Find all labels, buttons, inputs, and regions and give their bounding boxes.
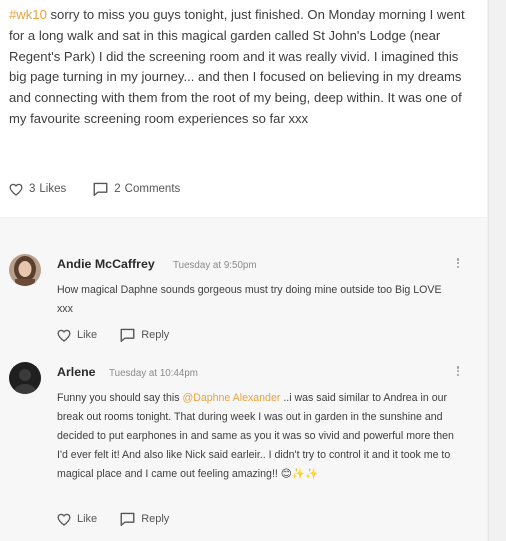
comment-bubble-icon bbox=[120, 328, 135, 342]
post-body: sorry to miss you guys tonight, just fin… bbox=[9, 7, 465, 126]
comment-text: How magical Daphne sounds gorgeous must … bbox=[57, 284, 442, 315]
comment-actions: Like Reply bbox=[57, 512, 169, 526]
comment-bubble-icon bbox=[93, 182, 108, 196]
comments-count: 2 bbox=[114, 183, 121, 195]
scrollbar[interactable] bbox=[488, 0, 506, 541]
likes-count: 3 bbox=[29, 183, 36, 195]
post-text: #wk10 sorry to miss you guys tonight, ju… bbox=[9, 5, 479, 130]
likes-button[interactable]: 3 Likes bbox=[9, 183, 66, 196]
like-label: Like bbox=[77, 329, 98, 341]
comment-bubble-icon bbox=[120, 512, 135, 526]
heart-icon bbox=[9, 183, 23, 196]
like-button[interactable]: Like bbox=[57, 513, 97, 526]
heart-icon bbox=[57, 329, 71, 342]
comment-timestamp: Tuesday at 10:44pm bbox=[109, 368, 198, 379]
reply-button[interactable]: Reply bbox=[120, 328, 169, 342]
comments-label: Comments bbox=[124, 183, 181, 195]
mention-link[interactable]: @Daphne Alexander bbox=[182, 392, 280, 404]
avatar[interactable] bbox=[9, 362, 41, 394]
comments-section: Andie McCaffrey Tuesday at 9:50pm How ma… bbox=[0, 218, 487, 541]
like-label: Like bbox=[77, 513, 98, 525]
more-options-icon[interactable] bbox=[455, 365, 461, 379]
post-actions: 3 Likes 2 Comments bbox=[9, 180, 180, 198]
post-hashtag[interactable]: #wk10 bbox=[9, 7, 47, 22]
comment-text: Funny you should say this @Daphne Alexan… bbox=[57, 389, 462, 484]
likes-label: Likes bbox=[39, 183, 67, 195]
comment-text-rest: ..i was said similar to Andrea in our br… bbox=[57, 392, 454, 480]
reply-button[interactable]: Reply bbox=[120, 512, 169, 526]
heart-icon bbox=[57, 513, 71, 526]
like-button[interactable]: Like bbox=[57, 329, 97, 342]
comment-timestamp: Tuesday at 9:50pm bbox=[173, 260, 257, 271]
reply-label: Reply bbox=[141, 329, 170, 341]
comments-button[interactable]: 2 Comments bbox=[93, 182, 180, 196]
reply-label: Reply bbox=[141, 513, 170, 525]
comment-author[interactable]: Arlene bbox=[57, 365, 96, 379]
post-card: #wk10 sorry to miss you guys tonight, ju… bbox=[0, 0, 487, 217]
comment-actions: Like Reply bbox=[57, 328, 169, 342]
comment-author[interactable]: Andie McCaffrey bbox=[57, 257, 155, 271]
avatar[interactable] bbox=[9, 254, 41, 286]
more-options-icon[interactable] bbox=[455, 257, 461, 271]
comment-text-start: Funny you should say this bbox=[57, 392, 183, 404]
